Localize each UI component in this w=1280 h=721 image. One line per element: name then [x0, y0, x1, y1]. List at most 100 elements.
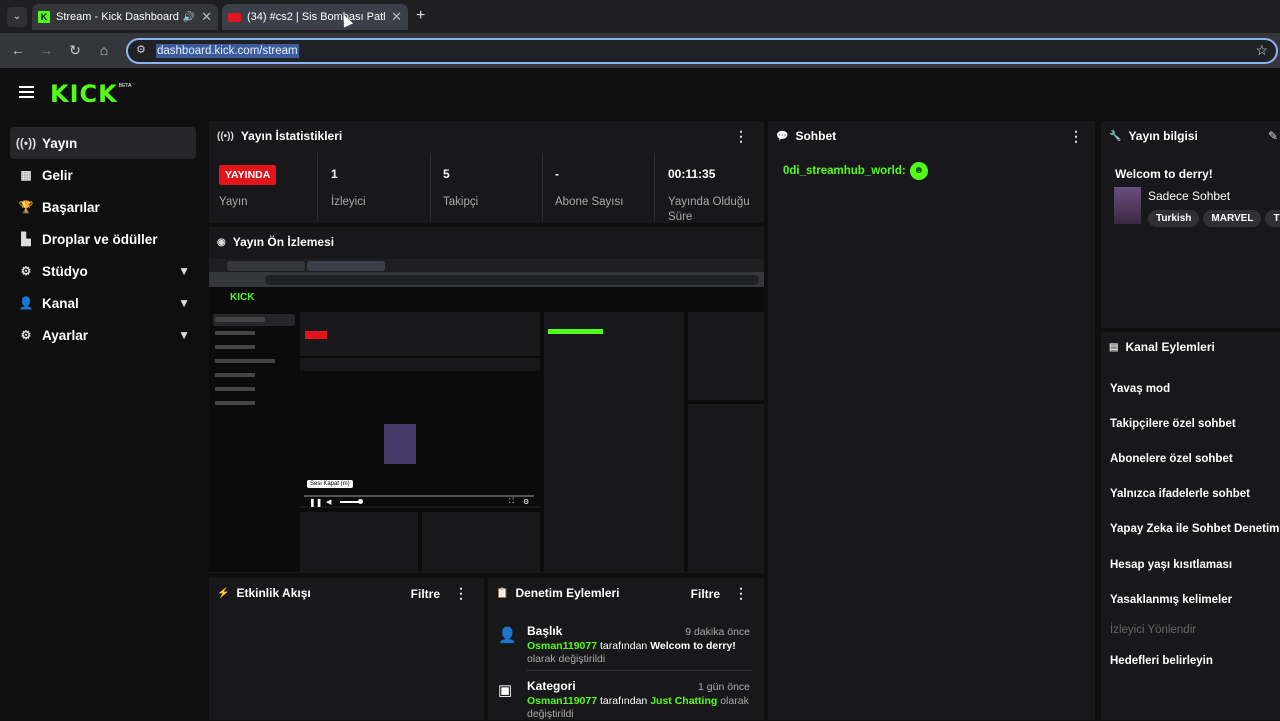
panel-title: Kanal Eylemleri: [1125, 340, 1215, 354]
tag: Turkish: [1148, 210, 1200, 227]
tab-list-button[interactable]: ⌄: [7, 7, 27, 27]
sidebar-item-droplar[interactable]: ▙ Droplar ve ödüller: [10, 223, 196, 255]
stream-preview-panel: ◉ Yayın Ön İzlemesi KICK Sesi Kapat (m) ❚…: [209, 227, 764, 573]
user-icon: 👤: [18, 296, 34, 310]
new-tab-button[interactable]: +: [416, 7, 425, 25]
stream-stats-panel: ((•)) Yayın İstatistikleri ⋮ YAYINDA Yayı…: [209, 121, 764, 223]
speaker-icon[interactable]: 🔊: [183, 12, 195, 23]
stat-label: Yayın: [219, 196, 248, 208]
close-icon[interactable]: ✕: [391, 9, 402, 25]
stat-value: 1: [331, 167, 338, 181]
bookmark-star-icon[interactable]: ☆: [1255, 42, 1268, 59]
sidebar-item-yayin[interactable]: ((•)) Yayın: [10, 127, 196, 159]
more-options-icon[interactable]: ⋮: [734, 585, 748, 602]
panel-title: Sohbet: [795, 129, 837, 143]
stat-label: Yayında Olduğu Süre: [668, 196, 750, 223]
moderation-actions-panel: 📋 Denetim Eylemleri Filtre ⋮ 👤 Başlık 9 d…: [488, 578, 764, 720]
action-emotes-only[interactable]: Yalnızca ifadelerle sohbet: [1110, 488, 1250, 500]
more-options-icon[interactable]: ⋮: [734, 128, 748, 145]
action-set-goals[interactable]: Hedefleri belirleyin: [1110, 655, 1213, 667]
activity-feed-panel: ⚡ Etkinlik Akışı Filtre ⋮: [209, 578, 484, 720]
mute-tooltip: Sesi Kapat (m): [307, 480, 353, 488]
kick-logo[interactable]: KICK BETA: [50, 80, 131, 108]
home-icon[interactable]: ⌂: [95, 41, 113, 59]
action-subscribers-only[interactable]: Abonelere özel sohbet: [1110, 453, 1233, 465]
wrench-icon: 🔧: [1109, 130, 1122, 142]
action-banned-words[interactable]: Yasaklanmış kelimeler: [1110, 594, 1232, 606]
action-followers-only[interactable]: Takipçilere özel sohbet: [1110, 418, 1236, 430]
sidebar-item-kanal[interactable]: 👤 Kanal ▼: [10, 287, 196, 319]
fullscreen-icon[interactable]: ⛶: [509, 498, 514, 506]
trophy-icon: 🏆: [18, 200, 34, 214]
youtube-icon: [228, 12, 241, 22]
address-bar: ← → ↻ ⌂ ⚙ dashboard.kick.com/stream ☆: [0, 33, 1280, 68]
camera-icon: ⚙: [20, 264, 32, 278]
chat-username[interactable]: 0di_streamhub_world:: [783, 165, 906, 177]
pause-icon[interactable]: ❚❚: [309, 498, 322, 507]
volume-icon[interactable]: ◀: [326, 498, 331, 506]
tag: MARVEL: [1203, 210, 1262, 227]
actions-icon: ▤: [1109, 341, 1119, 353]
chevron-down-icon: ▼: [178, 296, 190, 310]
stat-live: YAYINDA Yayın: [219, 165, 277, 235]
stream-info-panel: 🔧 Yayın bilgisi ✎ Welcom to derry! Sadece…: [1101, 121, 1280, 328]
filter-button[interactable]: Filtre: [411, 587, 440, 601]
clipboard-icon: 📋: [496, 587, 509, 599]
sidebar: ((•)) Yayın ▦ Gelir 🏆 Başarılar ▙ Droplar ve…: [0, 120, 205, 720]
sidebar-item-gelir[interactable]: ▦ Gelir: [10, 159, 196, 191]
user-edit-icon: 👤: [498, 627, 517, 644]
action-slow-mode[interactable]: Yavaş mod: [1110, 383, 1170, 395]
browser-tab-bar: ⌄ K Stream - Kick Dashboard 🔊 ✕ (34) #cs…: [0, 0, 1280, 33]
stat-value: 5: [443, 167, 450, 181]
stream-title: Welcom to derry!: [1115, 167, 1213, 181]
site-header: KICK BETA: [0, 70, 1280, 120]
chart-icon: ▦: [20, 168, 32, 182]
panel-title: Yayın Ön İzlemesi: [232, 235, 335, 249]
sidebar-item-ayarlar[interactable]: ⚙ Ayarlar ▼: [10, 319, 196, 351]
edit-icon[interactable]: ✎: [1268, 129, 1278, 143]
lightning-icon: ⚡: [217, 587, 230, 599]
sidebar-item-studyo[interactable]: ⚙ Stüdyo ▼: [10, 255, 196, 287]
close-icon[interactable]: ✕: [201, 9, 212, 25]
stat-value: 00:11:35: [668, 167, 716, 181]
tab-title: (34) #cs2 | Sis Bombası Patlayan: [247, 11, 386, 23]
more-options-icon[interactable]: ⋮: [454, 585, 468, 602]
stat-label: İzleyici: [331, 196, 366, 208]
preview-icon: ◉: [217, 236, 226, 248]
reload-icon[interactable]: ↻: [66, 41, 84, 59]
category-icon: ▣: [498, 682, 513, 699]
chevron-down-icon: ▼: [178, 328, 190, 342]
broadcast-icon: ((•)): [217, 130, 234, 142]
tag: TÜ: [1265, 210, 1280, 227]
action-ai-moderation[interactable]: Yapay Zeka ile Sohbet Denetimi: [1110, 523, 1280, 535]
emote-icon: ☻: [909, 162, 928, 180]
browser-tab[interactable]: (34) #cs2 | Sis Bombası Patlayan ✕: [222, 4, 408, 30]
more-options-icon[interactable]: ⋮: [1069, 128, 1083, 145]
panel-title: Etkinlik Akışı: [236, 586, 311, 600]
stream-video-preview[interactable]: KICK Sesi Kapat (m) ❚❚ ◀ ⛶ ⚙: [209, 259, 764, 572]
settings-icon[interactable]: ⚙: [523, 498, 529, 506]
sidebar-item-basarilar[interactable]: 🏆 Başarılar: [10, 191, 196, 223]
kick-icon: K: [38, 11, 50, 23]
menu-icon[interactable]: [19, 86, 34, 98]
tag-list: TurkishMARVELTÜ: [1148, 208, 1280, 227]
moderation-entry: 👤 Başlık 9 dakika önce Osman119077 taraf…: [498, 624, 750, 665]
browser-tab-active[interactable]: K Stream - Kick Dashboard 🔊 ✕: [32, 4, 218, 30]
omnibox[interactable]: ⚙ dashboard.kick.com/stream ☆: [126, 38, 1278, 64]
action-account-age[interactable]: Hesap yaşı kısıtlaması: [1110, 559, 1232, 571]
stat-label: Takipçi: [443, 196, 479, 208]
url-text[interactable]: dashboard.kick.com/stream: [156, 44, 299, 58]
stat-label: Abone Sayısı: [555, 196, 624, 208]
back-icon[interactable]: ←: [9, 41, 27, 59]
panel-title: Yayın İstatistikleri: [240, 129, 343, 143]
filter-button[interactable]: Filtre: [691, 587, 720, 601]
category-thumbnail: [1114, 187, 1141, 224]
gift-icon: ▙: [21, 232, 31, 246]
chat-icon: 💬: [776, 130, 789, 142]
site-settings-icon[interactable]: ⚙: [136, 43, 146, 56]
stat-value: -: [555, 167, 559, 181]
tab-title: Stream - Kick Dashboard: [56, 11, 179, 23]
forward-icon[interactable]: →: [37, 41, 55, 59]
panel-title: Yayın bilgisi: [1128, 129, 1198, 143]
category-name: Sadece Sohbet: [1148, 189, 1231, 203]
